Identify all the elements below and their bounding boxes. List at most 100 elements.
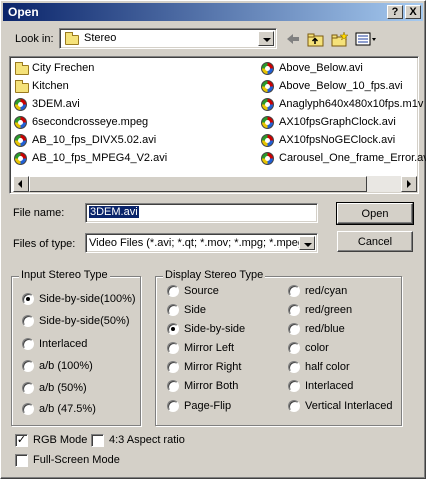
- media-file-icon: [261, 134, 274, 147]
- chevron-down-icon[interactable]: [299, 236, 315, 250]
- radio-dot[interactable]: [167, 342, 179, 354]
- file-name: City Frechen: [32, 62, 95, 74]
- chevron-down-icon[interactable]: [258, 31, 274, 46]
- media-file-icon: [261, 62, 274, 75]
- rgb-mode-box[interactable]: ✓: [15, 434, 28, 447]
- radio-label: Mirror Left: [184, 342, 235, 354]
- rgb-mode-label: RGB Mode: [33, 434, 88, 446]
- radio-dot[interactable]: [22, 315, 34, 327]
- horizontal-scrollbar[interactable]: [13, 176, 417, 192]
- file-name: AB_10_fps_DIVX5.02.avi: [32, 134, 157, 146]
- view-menu-icon[interactable]: [355, 31, 379, 47]
- radio-label: Source: [184, 285, 219, 297]
- close-button[interactable]: X: [405, 5, 421, 19]
- file-name: Anaglyph640x480x10fps.m1v: [279, 98, 424, 110]
- file-name: 3DEM.avi: [32, 98, 80, 110]
- radio-dot[interactable]: [167, 361, 179, 373]
- radio-label: Interlaced: [39, 338, 88, 350]
- radio-label: Side-by-side: [184, 323, 246, 335]
- file-name: 6secondcrosseye.mpeg: [32, 116, 149, 128]
- radio-dot[interactable]: [288, 323, 300, 335]
- folder-icon: [65, 32, 79, 45]
- filename-label: File name:: [13, 207, 65, 219]
- radio-dot[interactable]: [167, 285, 179, 297]
- new-folder-icon[interactable]: [331, 31, 349, 47]
- filetype-label: Files of type:: [13, 238, 76, 250]
- folder-icon: [15, 62, 29, 75]
- radio-label: color: [305, 342, 329, 354]
- radio-dot[interactable]: [22, 293, 34, 305]
- radio-label: Mirror Both: [184, 380, 239, 392]
- filename-value: 3DEM.avi: [89, 206, 139, 218]
- radio-dot[interactable]: [288, 304, 300, 316]
- media-file-icon: [14, 152, 27, 165]
- lookin-value: Stereo: [84, 32, 117, 44]
- media-file-icon: [14, 98, 27, 111]
- file-name: AB_10_fps_MPEG4_V2.avi: [32, 152, 168, 164]
- media-file-icon: [14, 116, 27, 129]
- radio-dot[interactable]: [288, 400, 300, 412]
- radio-label: red/blue: [305, 323, 345, 335]
- open-button[interactable]: Open: [336, 202, 414, 225]
- display-stereo-title: Display Stereo Type: [163, 269, 266, 281]
- file-name: Carousel_One_frame_Error.avi: [279, 152, 426, 164]
- radio-dot[interactable]: [288, 380, 300, 392]
- radio-label: a/b (47.5%): [39, 403, 96, 415]
- cancel-button[interactable]: Cancel: [337, 231, 413, 252]
- radio-label: Page-Flip: [184, 400, 232, 412]
- fullscreen-box[interactable]: [15, 454, 28, 467]
- radio-label: a/b (100%): [39, 360, 93, 372]
- file-name: Above_Below.avi: [279, 62, 363, 74]
- radio-dot[interactable]: [167, 400, 179, 412]
- radio-dot[interactable]: [167, 323, 179, 335]
- media-file-icon: [261, 152, 274, 165]
- media-file-icon: [261, 80, 274, 93]
- file-name: AX10fpsNoGEClock.avi: [279, 134, 396, 146]
- radio-dot[interactable]: [288, 285, 300, 297]
- radio-label: Side-by-side(100%): [39, 293, 136, 305]
- filetype-select[interactable]: Video Files (*.avi; *.qt; *.mov; *.mpg; …: [85, 233, 318, 253]
- fullscreen-label: Full-Screen Mode: [33, 454, 120, 466]
- scroll-thumb[interactable]: [29, 176, 367, 192]
- radio-dot[interactable]: [22, 382, 34, 394]
- file-list[interactable]: City Frechen Kitchen 3DEM.avi 6secondcrosse…: [9, 56, 426, 194]
- radio-dot[interactable]: [288, 361, 300, 373]
- radio-label: Side: [184, 304, 207, 316]
- radio-dot[interactable]: [22, 403, 34, 415]
- title-bar[interactable]: Open ? X: [3, 3, 423, 21]
- lookin-label: Look in:: [15, 33, 54, 45]
- scroll-right-button[interactable]: [401, 176, 417, 192]
- up-folder-icon[interactable]: [307, 31, 325, 47]
- radio-dot[interactable]: [22, 360, 34, 372]
- scroll-left-button[interactable]: [13, 176, 29, 192]
- radio-label: half color: [305, 361, 350, 373]
- help-button[interactable]: ?: [387, 5, 403, 19]
- radio-label: Mirror Right: [184, 361, 242, 373]
- radio-dot[interactable]: [167, 304, 179, 316]
- radio-dot[interactable]: [167, 380, 179, 392]
- lookin-combo[interactable]: Stereo: [59, 28, 277, 49]
- window-title: Open: [8, 5, 39, 19]
- radio-label: Vertical Interlaced: [305, 400, 393, 412]
- input-stereo-title: Input Stereo Type: [19, 269, 110, 281]
- aspect-ratio-box[interactable]: [91, 434, 104, 447]
- file-name: AX10fpsGraphClock.avi: [279, 116, 396, 128]
- media-file-icon: [261, 116, 274, 129]
- media-file-icon: [261, 98, 274, 111]
- filename-input[interactable]: 3DEM.avi: [85, 203, 318, 223]
- radio-label: red/green: [305, 304, 353, 316]
- media-file-icon: [14, 134, 27, 147]
- back-arrow-icon[interactable]: [285, 31, 301, 47]
- filetype-value: Video Files (*.avi; *.qt; *.mov; *.mpg; …: [89, 237, 308, 249]
- radio-label: red/cyan: [305, 285, 348, 297]
- open-dialog: Open ? X Look in: Stereo City Frechen Kit…: [0, 0, 426, 479]
- file-name: Above_Below_10_fps.avi: [279, 80, 403, 92]
- radio-label: Side-by-side(50%): [39, 315, 130, 327]
- radio-label: a/b (50%): [39, 382, 87, 394]
- radio-label: Interlaced: [305, 380, 354, 392]
- folder-icon: [15, 80, 29, 93]
- radio-dot[interactable]: [288, 342, 300, 354]
- aspect-ratio-label: 4:3 Aspect ratio: [109, 434, 185, 446]
- file-name: Kitchen: [32, 80, 69, 92]
- radio-dot[interactable]: [22, 338, 34, 350]
